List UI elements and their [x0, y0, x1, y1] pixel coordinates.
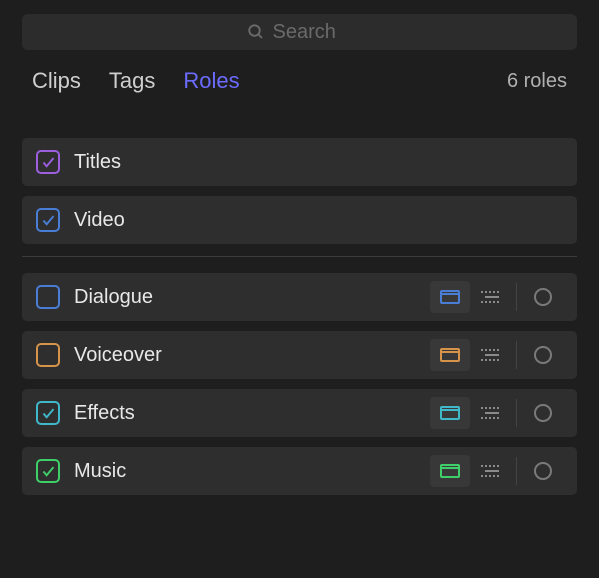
clip-view-icon[interactable]: [430, 455, 470, 487]
search-input[interactable]: [273, 21, 353, 44]
solo-icon[interactable]: [523, 397, 563, 429]
solo-icon[interactable]: [523, 455, 563, 487]
role-row-dialogue[interactable]: Dialogue: [22, 273, 577, 321]
list-view-icon[interactable]: [470, 281, 510, 313]
list-view-icon[interactable]: [470, 339, 510, 371]
role-label: Music: [74, 460, 416, 483]
role-row-effects[interactable]: Effects: [22, 389, 577, 437]
role-row-titles[interactable]: Titles: [22, 138, 577, 186]
clip-view-icon[interactable]: [430, 281, 470, 313]
roles-list: Titles Video Dialogue Voic: [0, 110, 599, 495]
list-view-icon[interactable]: [470, 397, 510, 429]
checkbox-music[interactable]: [36, 459, 60, 483]
solo-icon[interactable]: [523, 281, 563, 313]
checkbox-effects[interactable]: [36, 401, 60, 425]
separator: [516, 457, 517, 485]
separator: [516, 283, 517, 311]
check-icon: [41, 464, 56, 479]
clip-view-icon[interactable]: [430, 397, 470, 429]
tab-tags[interactable]: Tags: [109, 68, 155, 94]
check-icon: [41, 213, 56, 228]
row-actions: [430, 397, 563, 429]
role-row-video[interactable]: Video: [22, 196, 577, 244]
tab-roles[interactable]: Roles: [183, 68, 239, 94]
checkbox-titles[interactable]: [36, 150, 60, 174]
check-icon: [41, 155, 56, 170]
role-label: Voiceover: [74, 344, 416, 367]
role-row-voiceover[interactable]: Voiceover: [22, 331, 577, 379]
tabs: Clips Tags Roles 6 roles: [0, 60, 599, 110]
role-label: Video: [74, 209, 563, 232]
list-view-icon[interactable]: [470, 455, 510, 487]
checkbox-voiceover[interactable]: [36, 343, 60, 367]
search-icon: [247, 23, 265, 41]
role-label: Effects: [74, 402, 416, 425]
check-icon: [41, 406, 56, 421]
role-row-music[interactable]: Music: [22, 447, 577, 495]
tab-clips[interactable]: Clips: [32, 68, 81, 94]
role-label: Titles: [74, 151, 563, 174]
divider: [22, 256, 577, 257]
solo-icon[interactable]: [523, 339, 563, 371]
checkbox-video[interactable]: [36, 208, 60, 232]
separator: [516, 341, 517, 369]
row-actions: [430, 281, 563, 313]
clip-view-icon[interactable]: [430, 339, 470, 371]
role-label: Dialogue: [74, 286, 416, 309]
checkbox-dialogue[interactable]: [36, 285, 60, 309]
search-bar[interactable]: [22, 14, 577, 50]
row-actions: [430, 455, 563, 487]
roles-count: 6 roles: [507, 70, 567, 93]
separator: [516, 399, 517, 427]
row-actions: [430, 339, 563, 371]
